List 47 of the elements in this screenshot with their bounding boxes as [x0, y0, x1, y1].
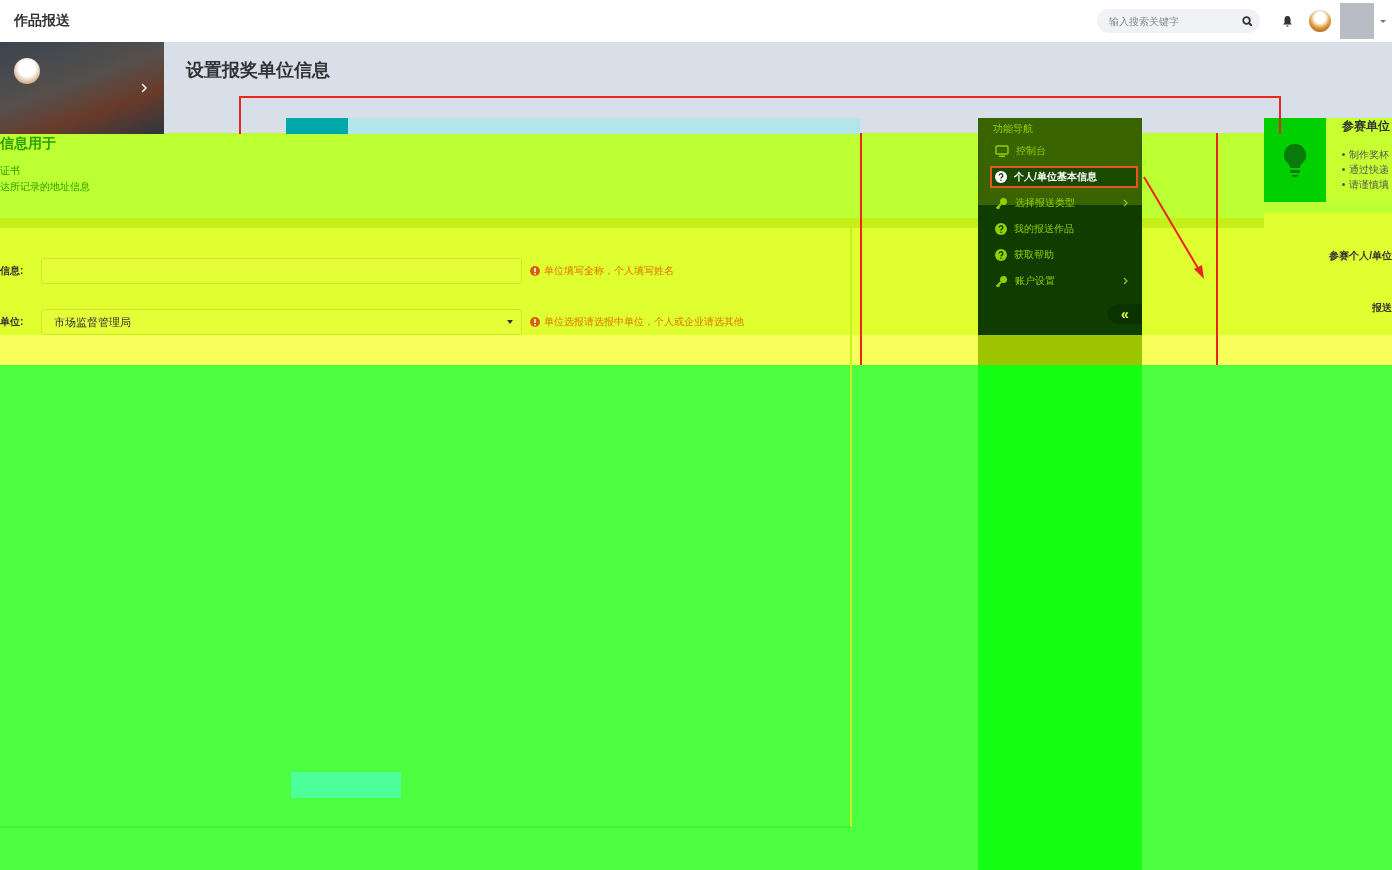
bullet-dot [1342, 183, 1345, 186]
tip-text: 请谨慎填 [1349, 178, 1389, 192]
search-field[interactable]: 输入搜索关键字 [1097, 9, 1260, 33]
input-field[interactable] [41, 258, 522, 284]
notice-label-bar [286, 118, 348, 134]
nav-heading: 功能导航 [992, 122, 1034, 136]
page-title: 设置报奖单位信息 [186, 59, 331, 82]
bullet-dot [1342, 153, 1345, 156]
entry-label: 报送 [1372, 301, 1392, 315]
app-title: 作品报送 [14, 12, 71, 30]
entry-title: 参赛个人/单位 [1329, 249, 1392, 263]
tips-title: 参赛单位 [1342, 118, 1390, 135]
nav-item[interactable]: 我的报送作品 [990, 218, 1138, 240]
photo-placeholder [1340, 3, 1374, 39]
monitor-icon [995, 145, 1009, 157]
help-icon [995, 223, 1007, 235]
info-icon [530, 317, 540, 327]
caret-icon [1380, 19, 1386, 23]
collapse-button[interactable]: « [1108, 304, 1142, 324]
key-icon [995, 274, 1008, 288]
bell-icon[interactable] [1282, 15, 1293, 27]
caret-icon [507, 320, 513, 324]
tip-text: 通过快递 [1349, 163, 1389, 177]
field-hint: 单位填写全称，个人填写姓名 [544, 264, 674, 278]
notice-heading: 信息用于 [0, 135, 57, 153]
notice-text: 证书 [0, 164, 21, 178]
tip-text: 制作奖杯 [1349, 148, 1389, 162]
field-hint: 单位选报请选报中单位，个人或企业请选其他 [544, 315, 744, 329]
field-label: 信息: [0, 264, 25, 278]
help-icon [995, 249, 1007, 261]
nav-item[interactable]: 获取帮助 [990, 244, 1138, 266]
avatar [14, 58, 40, 84]
key-icon [995, 196, 1008, 210]
search-icon [1242, 16, 1252, 26]
nav-item[interactable]: 控制台 [990, 140, 1138, 162]
nav-item[interactable]: 选择报送类型 [990, 192, 1138, 214]
chevron-right-icon [141, 83, 148, 93]
nav-item[interactable]: 个人/单位基本信息 [990, 166, 1138, 188]
notice-text: 达所记录的地址信息 [0, 180, 91, 194]
avatar[interactable] [1309, 10, 1331, 32]
select-field[interactable]: 市场监督管理局 [41, 309, 522, 335]
help-icon [995, 171, 1007, 183]
lightbulb-icon [1281, 142, 1309, 178]
field-label: 单位: [0, 315, 25, 329]
info-icon [530, 266, 540, 276]
nav-item[interactable]: 账户设置 [990, 270, 1138, 292]
bullet-dot [1342, 168, 1345, 171]
